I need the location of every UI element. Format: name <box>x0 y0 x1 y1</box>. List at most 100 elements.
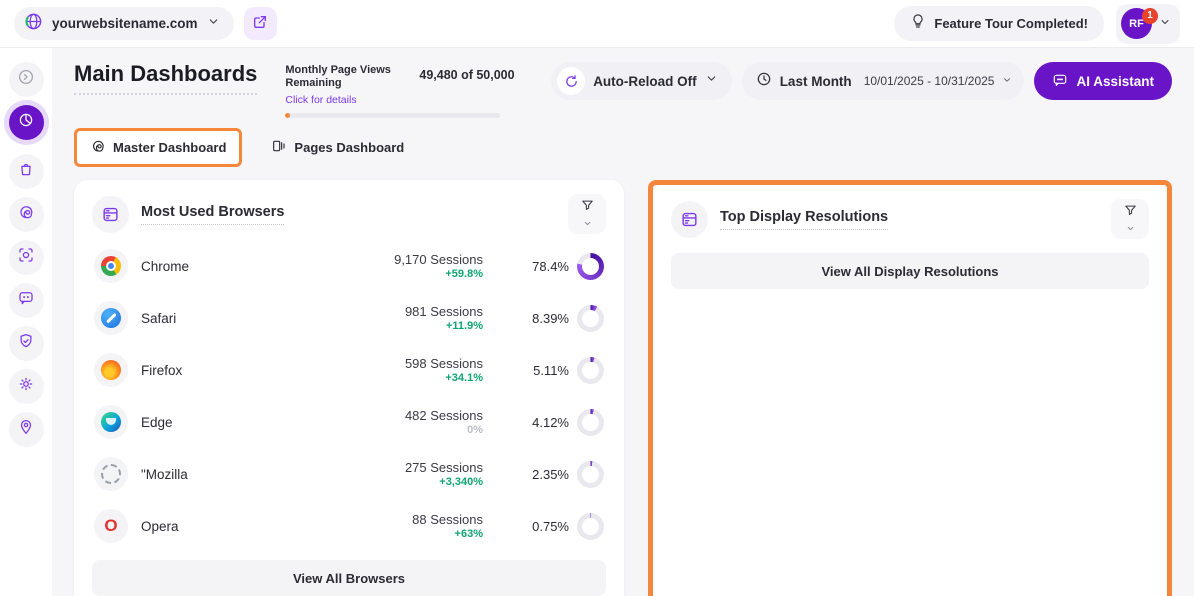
tab-pages-dashboard[interactable]: Pages Dashboard <box>258 131 417 164</box>
pages-icon <box>271 138 287 157</box>
donut-chart <box>577 253 604 280</box>
tab-label: Pages Dashboard <box>294 140 404 155</box>
sessions-value: 275 Sessions <box>323 460 483 475</box>
ecommerce-bag-icon <box>17 160 35 183</box>
sidebar-item-visitors[interactable] <box>9 240 44 275</box>
feature-tour-label: Feature Tour Completed! <box>934 16 1088 31</box>
card-title: Top Display Resolutions <box>720 209 888 230</box>
view-all-browsers-button[interactable]: View All Browsers <box>92 560 606 596</box>
edge-icon <box>94 405 128 439</box>
chevron-down-icon <box>1002 72 1012 90</box>
unknown-browser-icon <box>94 457 128 491</box>
clock-icon <box>756 71 772 92</box>
date-range-picker[interactable]: Last Month 10/01/2025 - 10/31/2025 <box>742 62 1025 100</box>
row-label: "Mozilla <box>141 467 188 482</box>
sidebar-item-ecommerce[interactable] <box>9 154 44 189</box>
donut-chart <box>577 357 604 384</box>
chevron-down-icon <box>583 216 592 231</box>
sessions-growth: 0% <box>323 424 483 436</box>
chevron-down-icon <box>1126 221 1135 236</box>
sidebar-nav <box>0 48 52 596</box>
ai-assistant-label: AI Assistant <box>1076 74 1154 89</box>
quota-label: Monthly Page Views Remaining <box>285 64 413 90</box>
quota-progress-fill <box>285 113 289 118</box>
spiral-icon <box>90 138 106 157</box>
opera-icon: O <box>94 509 128 543</box>
filter-button[interactable] <box>568 194 606 234</box>
sessions-growth: +3,340% <box>323 476 483 488</box>
notification-badge: 1 <box>1142 8 1158 24</box>
visitor-focus-icon <box>17 246 35 269</box>
ai-assistant-button[interactable]: AI Assistant <box>1034 62 1172 100</box>
open-website-button[interactable] <box>244 7 277 40</box>
card-row: Chrome9,170 Sessions+59.8%78.4% <box>92 240 606 292</box>
percent-value: 4.12% <box>532 415 569 430</box>
feedback-chat-icon <box>17 289 35 312</box>
tab-label: Master Dashboard <box>113 140 226 155</box>
card-row: Firefox598 Sessions+34.1%5.11% <box>92 344 606 396</box>
sessions-growth: +63% <box>323 528 483 540</box>
chevron-down-icon <box>1159 15 1171 33</box>
browser-window-icon <box>92 196 129 233</box>
quota-value: 49,480 of 50,000 <box>419 64 514 82</box>
row-label: Edge <box>141 415 173 430</box>
percent-value: 2.35% <box>532 467 569 482</box>
auto-reload-dropdown[interactable]: Auto-Reload Off <box>551 62 732 100</box>
firefox-icon <box>94 353 128 387</box>
donut-chart <box>577 409 604 436</box>
chevron-down-icon <box>705 72 718 90</box>
feature-tour-status[interactable]: Feature Tour Completed! <box>894 6 1104 41</box>
sidebar-item-dashboards[interactable] <box>9 105 44 140</box>
top-bar: yourwebsitename.com Feature Tour Complet… <box>0 0 1194 48</box>
expand-sidebar-icon <box>17 68 35 91</box>
row-label: Opera <box>141 519 179 534</box>
card-row: OOpera88 Sessions+63%0.75% <box>92 500 606 552</box>
sidebar-item-expand-toggle[interactable] <box>9 62 44 97</box>
dashboards-pie-icon <box>17 111 35 134</box>
browser-rows: Chrome9,170 Sessions+59.8%78.4%Safari981… <box>92 240 606 552</box>
card-title: Most Used Browsers <box>141 204 284 225</box>
lightbulb-icon <box>910 13 926 34</box>
sessions-value: 981 Sessions <box>323 304 483 319</box>
sessions-growth: +34.1% <box>323 372 483 384</box>
auto-reload-label: Auto-Reload Off <box>593 74 697 89</box>
period-range: 10/01/2025 - 10/31/2025 <box>864 74 995 88</box>
refresh-icon <box>557 67 585 95</box>
period-label: Last Month <box>780 74 852 89</box>
privacy-shield-icon <box>17 332 35 355</box>
funnel-icon <box>1123 203 1138 221</box>
globe-icon <box>24 12 43 36</box>
main-content: Main Dashboards Monthly Page Views Remai… <box>52 48 1194 596</box>
sessions-value: 88 Sessions <box>323 512 483 527</box>
row-label: Safari <box>141 311 176 326</box>
sidebar-item-location[interactable] <box>9 412 44 447</box>
percent-value: 5.11% <box>533 363 569 378</box>
page-views-quota[interactable]: Monthly Page Views Remaining Click for d… <box>285 62 500 118</box>
donut-chart <box>577 513 604 540</box>
chevron-down-icon <box>207 15 220 33</box>
donut-chart <box>577 305 604 332</box>
sidebar-item-behavior[interactable] <box>9 197 44 232</box>
sessions-value: 482 Sessions <box>323 408 483 423</box>
sessions-value: 9,170 Sessions <box>323 252 483 267</box>
view-all-resolutions-button[interactable]: View All Display Resolutions <box>671 253 1149 289</box>
most-used-browsers-card: Most Used Browsers Chrome9,170 Sessions+… <box>74 180 624 596</box>
row-label: Chrome <box>141 259 189 274</box>
quota-details-link[interactable]: Click for details <box>285 94 356 106</box>
sidebar-item-privacy[interactable] <box>9 326 44 361</box>
external-link-icon <box>252 14 268 33</box>
card-row: "Mozilla 275 Sessions+3,340% 2.35% <box>92 448 606 500</box>
quota-progress-bar <box>285 113 500 118</box>
tab-master-dashboard[interactable]: Master Dashboard <box>77 131 239 164</box>
sessions-growth: +59.8% <box>323 268 483 280</box>
location-pin-icon <box>17 418 35 441</box>
sidebar-item-feedback[interactable] <box>9 283 44 318</box>
safari-icon <box>94 301 128 335</box>
website-selector[interactable]: yourwebsitename.com <box>14 7 234 40</box>
percent-value: 8.39% <box>532 311 569 326</box>
page-title: Main Dashboards <box>74 62 257 95</box>
top-display-resolutions-card: Top Display Resolutions View All Display… <box>653 185 1167 596</box>
sidebar-item-settings[interactable] <box>9 369 44 404</box>
user-menu[interactable]: RF 1 <box>1116 4 1180 44</box>
filter-button[interactable] <box>1111 199 1149 239</box>
